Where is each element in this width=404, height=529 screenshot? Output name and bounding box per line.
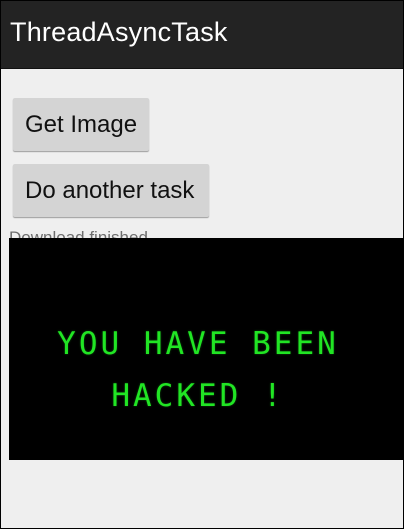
app-screen: ThreadAsyncTask Get Image Do another tas… bbox=[0, 0, 404, 529]
get-image-button[interactable]: Get Image bbox=[13, 98, 149, 151]
app-title: ThreadAsyncTask bbox=[10, 17, 228, 47]
do-another-task-button[interactable]: Do another task bbox=[13, 164, 209, 217]
image-text-line-1: YOU HAVE BEEN bbox=[57, 326, 339, 362]
action-bar: ThreadAsyncTask bbox=[1, 1, 403, 68]
image-text-line-2: HACKED ! bbox=[111, 378, 285, 414]
